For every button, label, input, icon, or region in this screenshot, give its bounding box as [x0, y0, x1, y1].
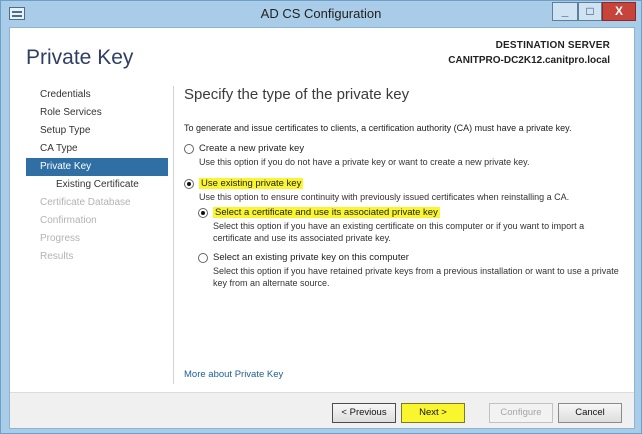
radio-select-certificate[interactable] [198, 208, 208, 218]
close-button[interactable]: X [602, 2, 636, 21]
nav-item-ca-type[interactable]: CA Type [26, 140, 168, 158]
destination-server-label: DESTINATION SERVER [495, 40, 610, 51]
option-create-new-key-desc: Use this option if you do not have a pri… [199, 157, 530, 167]
cancel-button[interactable]: Cancel [558, 403, 622, 423]
radio-create-new-key[interactable] [184, 144, 194, 154]
title-bar[interactable]: AD CS Configuration _ □ X [1, 1, 641, 27]
nav-item-credentials[interactable]: Credentials [26, 86, 168, 104]
content-panel: Specify the type of the private key To g… [184, 86, 622, 297]
option-select-certificate-label: Select a certificate and use its associa… [213, 207, 440, 218]
window-title: AD CS Configuration [260, 6, 382, 21]
configure-button: Configure [489, 403, 553, 423]
nav-item-existing-certificate[interactable]: Existing Certificate [26, 176, 168, 194]
nav-item-role-services[interactable]: Role Services [26, 104, 168, 122]
section-title: Specify the type of the private key [184, 86, 410, 103]
next-button[interactable]: Next > [401, 403, 465, 423]
window-frame: AD CS Configuration _ □ X Private Key DE… [0, 0, 642, 434]
option-create-new-key[interactable]: Create a new private key [184, 143, 622, 154]
radio-use-existing-key[interactable] [184, 179, 194, 189]
radio-select-existing-key[interactable] [198, 253, 208, 263]
page-title: Private Key [26, 46, 134, 69]
nav-item-private-key[interactable]: Private Key [26, 158, 168, 176]
option-select-existing-key-desc: Select this option if you have retained … [213, 266, 619, 288]
nav-item-setup-type[interactable]: Setup Type [26, 122, 168, 140]
wizard-nav: Credentials Role Services Setup Type CA … [26, 86, 168, 266]
option-select-existing-key-label: Select an existing private key on this c… [213, 252, 409, 263]
nav-divider [173, 86, 174, 384]
nav-item-progress: Progress [40, 233, 81, 244]
wizard-footer: < Previous Next > Configure Cancel [10, 392, 634, 428]
option-use-existing-key[interactable]: Use existing private key [184, 178, 622, 189]
option-create-new-key-label: Create a new private key [199, 143, 305, 154]
existing-key-suboptions: Select a certificate and use its associa… [184, 207, 622, 289]
option-select-certificate[interactable]: Select a certificate and use its associa… [198, 207, 622, 218]
maximize-button[interactable]: □ [578, 2, 602, 21]
more-about-private-key-link[interactable]: More about Private Key [184, 369, 283, 380]
option-select-certificate-desc: Select this option if you have an existi… [213, 221, 585, 243]
minimize-button[interactable]: _ [552, 2, 578, 21]
nav-item-results: Results [40, 251, 74, 262]
nav-item-certificate-database: Certificate Database [40, 197, 131, 208]
option-select-existing-key[interactable]: Select an existing private key on this c… [198, 252, 622, 263]
nav-item-confirmation: Confirmation [40, 215, 97, 226]
option-use-existing-key-label: Use existing private key [199, 178, 304, 189]
wizard-client-area: Private Key DESTINATION SERVER CANITPRO-… [9, 27, 635, 429]
previous-button[interactable]: < Previous [332, 403, 396, 423]
intro-text: To generate and issue certificates to cl… [184, 123, 572, 133]
destination-server-name: CANITPRO-DC2K12.canitpro.local [448, 55, 610, 66]
option-use-existing-key-desc: Use this option to ensure continuity wit… [199, 192, 570, 202]
